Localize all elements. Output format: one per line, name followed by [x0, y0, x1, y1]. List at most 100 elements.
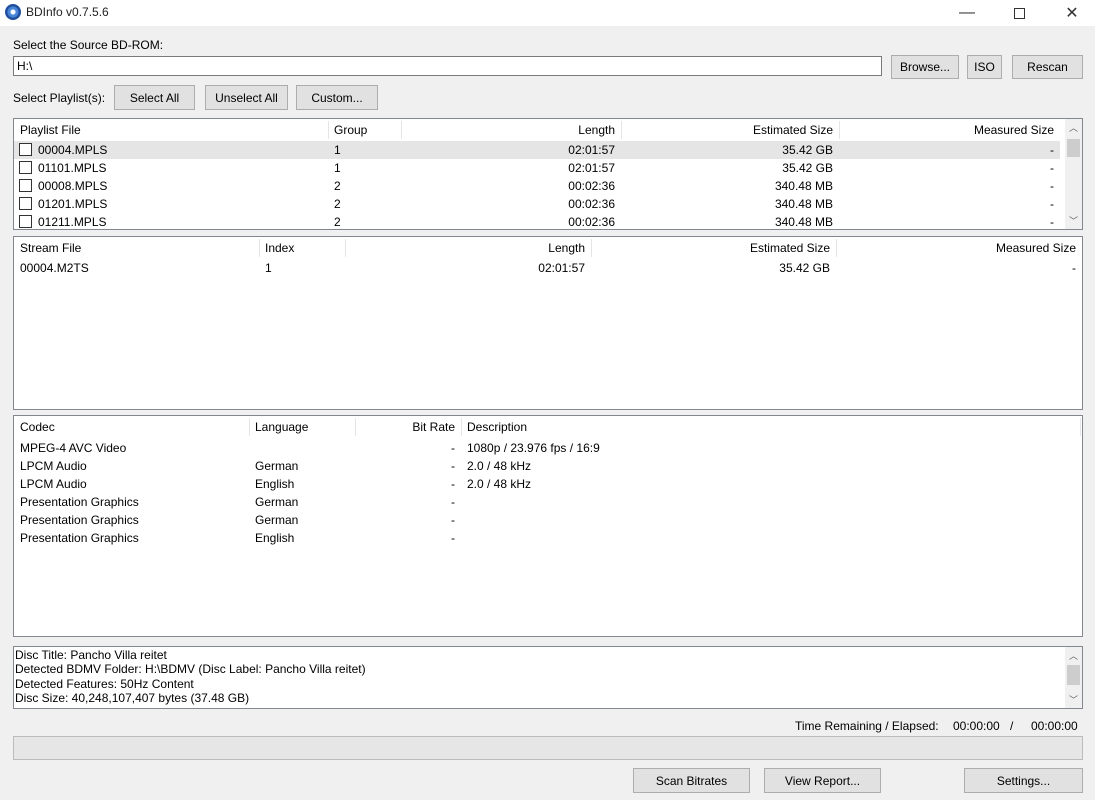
codec-description [461, 511, 1080, 529]
codec-language: German [255, 513, 299, 527]
playlist-row[interactable]: 01101.MPLS 1 02:01:57 35.42 GB - [14, 159, 1060, 177]
stream-estimated-size: 35.42 GB [779, 261, 830, 275]
codec-language: German [255, 495, 299, 509]
codec-name: Presentation Graphics [20, 495, 139, 509]
select-all-button[interactable]: Select All [114, 85, 195, 110]
playlist-measured-size: - [1050, 179, 1054, 193]
maximize-icon [1013, 7, 1025, 19]
playlist-measured-size: - [1050, 215, 1054, 229]
playlist-checkbox[interactable] [19, 143, 32, 156]
unselect-all-button[interactable]: Unselect All [205, 85, 288, 110]
custom-button[interactable]: Custom... [296, 85, 378, 110]
time-separator: / [1010, 719, 1014, 733]
playlist-measured-size: - [1050, 143, 1054, 157]
col-header-measured-size[interactable]: Measured Size [836, 237, 1082, 259]
col-header-estimated-size[interactable]: Estimated Size [621, 119, 839, 141]
playlist-length: 00:02:36 [568, 179, 615, 193]
playlist-length: 02:01:57 [568, 143, 615, 157]
playlist-file: 01101.MPLS [38, 161, 107, 175]
col-header-codec[interactable]: Codec [14, 416, 249, 438]
col-header-language[interactable]: Language [249, 416, 355, 438]
close-button[interactable]: ✕ [1049, 0, 1095, 26]
stream-list[interactable]: Stream File Index Length Estimated Size … [13, 236, 1083, 410]
codec-list[interactable]: Codec Language Bit Rate Description MPEG… [13, 415, 1083, 637]
scroll-down-icon[interactable]: ﹀ [1065, 212, 1082, 229]
codec-name: MPEG-4 AVC Video [20, 441, 127, 455]
codec-language: German [255, 459, 299, 473]
codec-bit-rate: - [451, 495, 455, 509]
playlist-list[interactable]: Playlist File Group Length Estimated Siz… [13, 118, 1083, 230]
codec-row[interactable]: LPCM Audio German - 2.0 / 48 kHz [14, 457, 1082, 475]
disc-info-textbox[interactable]: Disc Title: Pancho Villa reitet Detected… [13, 646, 1083, 709]
source-label: Select the Source BD-ROM: [13, 38, 164, 52]
playlist-group: 1 [334, 161, 341, 175]
scroll-thumb[interactable] [1067, 665, 1080, 685]
playlist-checkbox[interactable] [19, 179, 32, 192]
codec-row[interactable]: LPCM Audio English - 2.0 / 48 kHz [14, 475, 1082, 493]
time-elapsed: 00:00:00 [1031, 719, 1078, 733]
codec-name: Presentation Graphics [20, 513, 139, 527]
browse-button[interactable]: Browse... [891, 55, 959, 79]
playlist-estimated-size: 340.48 MB [774, 197, 833, 211]
codec-description: 1080p / 23.976 fps / 16:9 [467, 441, 600, 455]
iso-button[interactable]: ISO [967, 55, 1002, 79]
scroll-up-icon[interactable]: ︿ [1065, 647, 1082, 664]
playlist-file: 00004.MPLS [38, 143, 108, 157]
codec-name: LPCM Audio [20, 477, 87, 491]
rescan-button[interactable]: Rescan [1012, 55, 1083, 79]
codec-row[interactable]: Presentation Graphics English - [14, 529, 1082, 547]
disc-size-line: Disc Size: 40,248,107,407 bytes (37.48 G… [15, 691, 250, 705]
scroll-up-icon[interactable]: ︿ [1065, 119, 1082, 136]
col-header-length[interactable]: Length [345, 237, 591, 259]
col-header-stream-file[interactable]: Stream File [14, 237, 259, 259]
col-header-description[interactable]: Description [461, 416, 1080, 438]
playlist-row[interactable]: 00004.MPLS 1 02:01:57 35.42 GB - [14, 141, 1060, 159]
playlist-length: 00:02:36 [568, 215, 615, 229]
settings-button[interactable]: Settings... [964, 768, 1083, 793]
col-header-measured-size[interactable]: Measured Size [839, 119, 1060, 141]
col-header-length[interactable]: Length [401, 119, 621, 141]
minimize-button[interactable]: — [944, 0, 990, 26]
stream-row[interactable]: 00004.M2TS 1 02:01:57 35.42 GB - [14, 259, 1082, 277]
playlist-row[interactable]: 01211.MPLS 2 00:02:36 340.48 MB - [14, 213, 1060, 229]
col-header-group[interactable]: Group [328, 119, 401, 141]
stream-length: 02:01:57 [538, 261, 585, 275]
playlist-group: 2 [334, 215, 341, 229]
playlist-row[interactable]: 01201.MPLS 2 00:02:36 340.48 MB - [14, 195, 1060, 213]
stream-file: 00004.M2TS [20, 261, 89, 275]
title-bar: BDInfo v0.7.5.6 — ✕ [0, 0, 1095, 26]
scroll-down-icon[interactable]: ﹀ [1065, 691, 1082, 708]
playlist-row[interactable]: 00008.MPLS 2 00:02:36 340.48 MB - [14, 177, 1060, 195]
col-header-playlist-file[interactable]: Playlist File [14, 119, 328, 141]
codec-row[interactable]: Presentation Graphics German - [14, 493, 1082, 511]
scan-bitrates-button[interactable]: Scan Bitrates [633, 768, 750, 793]
scan-progress-bar [13, 736, 1083, 760]
info-scrollbar[interactable]: ︿ ﹀ [1065, 647, 1082, 708]
maximize-button[interactable] [996, 0, 1042, 26]
playlist-checkbox[interactable] [19, 215, 32, 228]
playlist-checkbox[interactable] [19, 161, 32, 174]
codec-row[interactable]: MPEG-4 AVC Video - 1080p / 23.976 fps / … [14, 439, 1082, 457]
playlist-checkbox[interactable] [19, 197, 32, 210]
source-path-input[interactable]: H:\ [13, 56, 882, 76]
col-header-bit-rate[interactable]: Bit Rate [355, 416, 461, 438]
time-remaining: 00:00:00 [953, 719, 1000, 733]
col-header-index[interactable]: Index [259, 237, 345, 259]
codec-bit-rate: - [451, 477, 455, 491]
playlist-group: 2 [334, 179, 341, 193]
codec-name: Presentation Graphics [20, 531, 139, 545]
playlist-length: 00:02:36 [568, 197, 615, 211]
playlist-estimated-size: 340.48 MB [774, 215, 833, 229]
playlist-measured-size: - [1050, 197, 1054, 211]
playlist-group: 1 [334, 143, 341, 157]
playlist-estimated-size: 35.42 GB [782, 161, 833, 175]
col-header-estimated-size[interactable]: Estimated Size [591, 237, 836, 259]
playlist-measured-size: - [1050, 161, 1054, 175]
playlist-file: 00008.MPLS [38, 179, 108, 193]
playlist-scrollbar[interactable]: ︿ ﹀ [1065, 119, 1082, 229]
view-report-button[interactable]: View Report... [764, 768, 881, 793]
scroll-thumb[interactable] [1067, 139, 1080, 157]
playlist-length: 02:01:57 [568, 161, 615, 175]
select-playlists-label: Select Playlist(s): [13, 91, 106, 105]
codec-row[interactable]: Presentation Graphics German - [14, 511, 1082, 529]
